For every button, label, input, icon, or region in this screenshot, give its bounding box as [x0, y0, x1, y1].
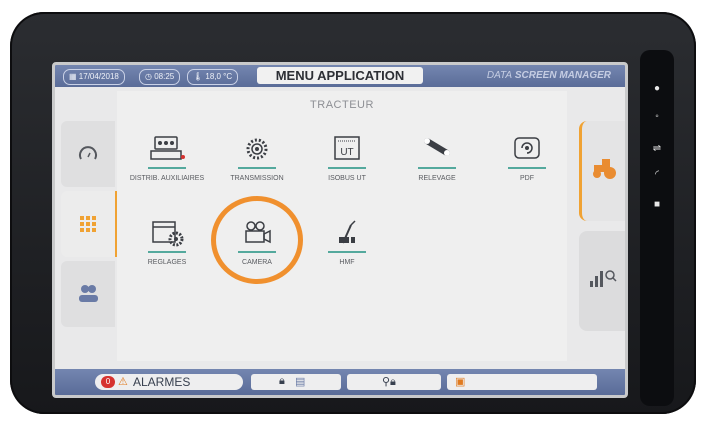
app-underline	[148, 167, 186, 169]
home-key-icon[interactable]: ■	[640, 200, 674, 210]
date-display: ▦ 17/04/2018	[63, 69, 125, 85]
app-relevage[interactable]: RELEVAGE	[392, 135, 482, 182]
valves-icon	[150, 136, 185, 160]
app-reglages[interactable]: REGLAGES	[122, 219, 212, 266]
settings-window-icon	[152, 221, 184, 247]
application-menu: TRACTEUR DISTRIB. AUXILIAIRES TRANSMISSI…	[117, 91, 567, 361]
light-indicator-icon: ◦	[655, 111, 659, 122]
display-screen: ▦ 17/04/2018 ◷ 08:25 🌡 18,0 °C MENU APPL…	[52, 62, 628, 398]
tractor-icon	[593, 159, 616, 179]
bottom-bar: 0 ⚠ ALARMES 🔒︎ ▤ ⚲🔒︎ ▣	[55, 369, 625, 395]
app-transmission[interactable]: TRANSMISSION	[212, 135, 302, 182]
tab-tractor[interactable]	[579, 121, 625, 221]
screen-icon: ▤	[295, 376, 306, 388]
app-grid-icon	[80, 216, 96, 232]
clock-display: ◷ 08:25	[139, 69, 181, 85]
app-distrib-auxiliaires[interactable]: DISTRIB. AUXILIAIRES	[122, 135, 212, 182]
app-underline	[418, 167, 456, 169]
page-title: MENU APPLICATION	[257, 67, 423, 84]
usb-icon: ⇌	[652, 143, 662, 154]
app-hmf[interactable]: HMF	[302, 219, 392, 266]
section-title: TRACTEUR	[310, 99, 374, 111]
clock-icon: ◷	[145, 72, 152, 81]
user-lock-button[interactable]: ⚲🔒︎	[347, 374, 441, 390]
thermometer-icon: 🌡	[193, 72, 204, 81]
app-underline	[328, 167, 366, 169]
lock-icon: 🔒︎	[279, 375, 285, 387]
hardware-key-panel: ● ◦ ⇌ ◜ ■	[640, 50, 674, 406]
status-bar: ▦ 17/04/2018 ◷ 08:25 🌡 18,0 °C MENU APPL…	[55, 65, 625, 87]
brand-label: DATA SCREEN MANAGER	[486, 70, 611, 81]
app-underline	[238, 167, 276, 169]
gauge-icon	[79, 146, 97, 160]
app-pdf[interactable]: PDF	[482, 135, 572, 182]
app-underline	[508, 167, 546, 169]
calendar-icon: ▦	[69, 72, 77, 81]
alarm-count-badge: 0	[101, 376, 115, 388]
warning-icon: ⚠	[118, 376, 128, 388]
app-underline	[328, 251, 366, 253]
tab-users[interactable]	[61, 261, 115, 327]
temperature-display: 🌡 18,0 °C	[187, 69, 239, 85]
app-isobus-ut[interactable]: UT ISOBUS UT	[302, 135, 392, 182]
isobus-terminal-icon: UT	[334, 136, 360, 160]
lock-screen-button[interactable]: 🔒︎ ▤	[251, 374, 341, 390]
alarms-button[interactable]: 0 ⚠ ALARMES	[95, 374, 243, 390]
chart-search-icon	[590, 270, 617, 287]
status-message-field[interactable]: ▣	[447, 374, 597, 390]
signal-icon: ◜	[655, 169, 659, 180]
power-led: ●	[653, 83, 661, 94]
crane-arm-icon	[339, 220, 356, 244]
right-tab-column	[579, 121, 625, 331]
app-underline	[148, 251, 186, 253]
tab-dashboard[interactable]	[61, 121, 115, 187]
message-icon: ▣	[455, 376, 466, 388]
left-tab-column	[61, 121, 118, 331]
isobus-icon-text: UT	[340, 147, 353, 158]
gear-icon	[246, 138, 268, 160]
pto-icon	[514, 137, 540, 159]
users-icon	[79, 285, 98, 302]
hitch-icon	[424, 138, 450, 156]
camera-highlight-ring	[211, 196, 303, 284]
tab-analytics[interactable]	[579, 231, 625, 331]
user-lock-icon: ⚲🔒︎	[382, 376, 396, 388]
tab-applications[interactable]	[61, 191, 118, 257]
